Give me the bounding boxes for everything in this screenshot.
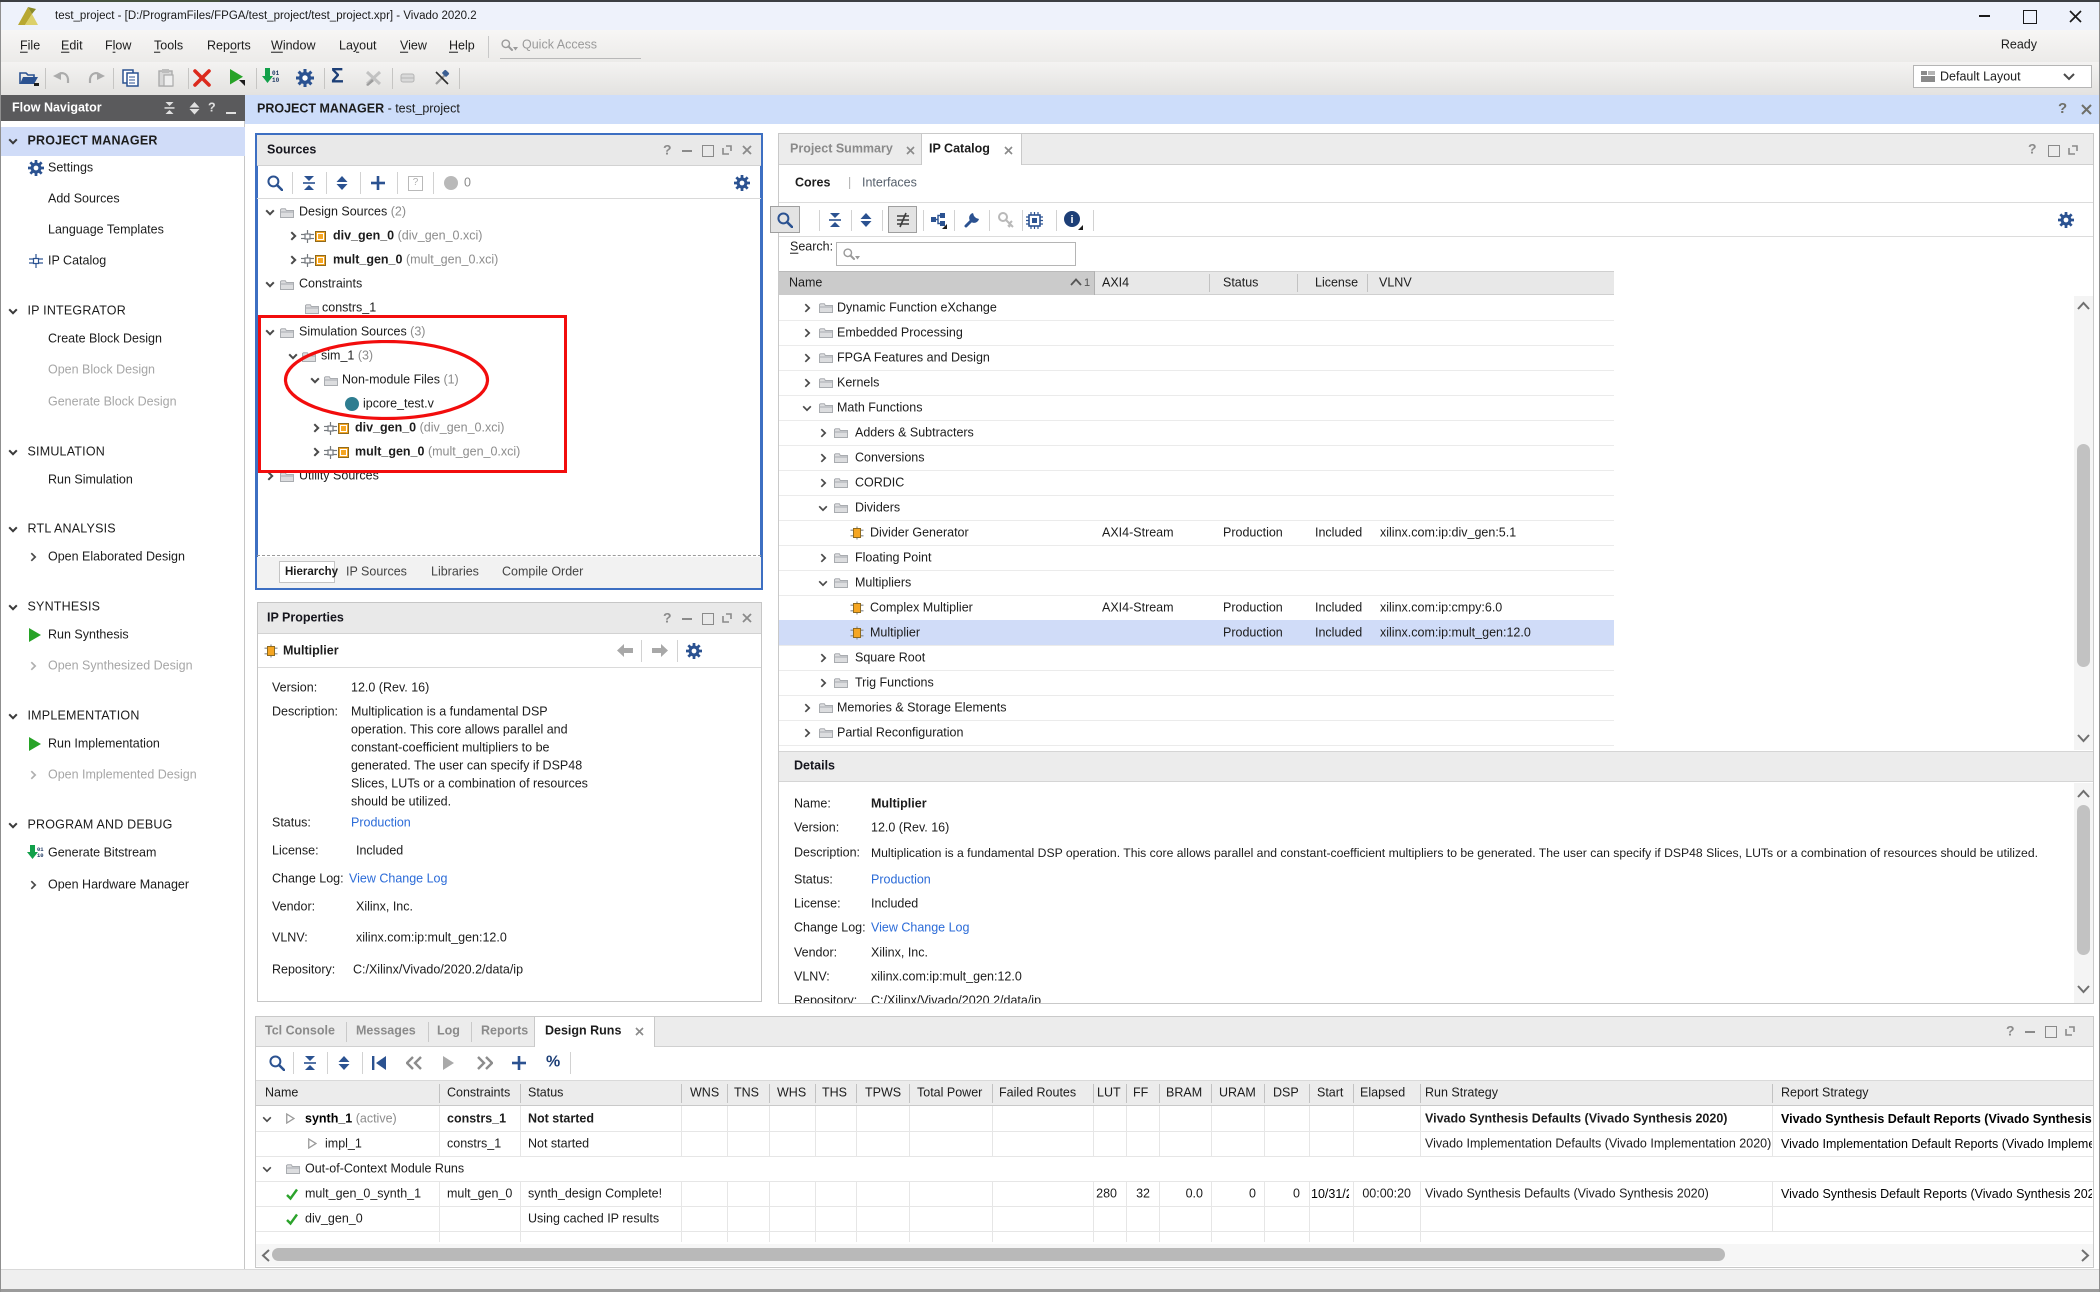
svg-text:10: 10 xyxy=(272,77,280,84)
svg-text:10: 10 xyxy=(37,852,44,859)
svg-text:i: i xyxy=(1070,214,1073,226)
svg-text:01: 01 xyxy=(272,70,280,77)
